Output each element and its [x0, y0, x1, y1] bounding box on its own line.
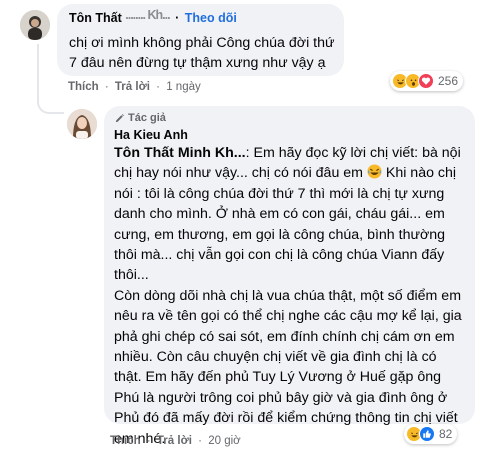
comment-author[interactable]: Tôn Thất — [69, 11, 122, 25]
comment-timestamp[interactable]: 1 ngày — [166, 81, 201, 93]
like-button[interactable]: Thích — [110, 435, 141, 447]
avatar-image — [67, 109, 97, 139]
comment-bubble: Tác giả Ha Kieu Anh Tôn Thất Minh Kh...:… — [104, 106, 475, 447]
pen-icon — [115, 113, 124, 122]
reply-button[interactable]: Trả lời — [115, 81, 150, 93]
author-badge: Tác giả — [114, 112, 166, 124]
comment-author-redacted: ........ Kh... — [125, 8, 170, 22]
thread-line — [37, 44, 39, 84]
comment-text: chị ơi mình không phải Công chúa đời thứ… — [69, 35, 335, 72]
separator-dot: · — [175, 11, 180, 25]
comment-bubble: Tôn Thất ........ Kh... · Theo dõi chị ơ… — [57, 4, 344, 76]
reaction-count: 256 — [438, 74, 459, 88]
avatar[interactable] — [20, 10, 50, 40]
avatar-image — [20, 10, 50, 40]
love-icon — [418, 73, 434, 89]
comment-text-part: Khi nào chị nói : tôi là công chúa đời t… — [114, 165, 457, 284]
reaction-count: 82 — [439, 427, 453, 441]
reply-button[interactable]: Trả lời — [157, 435, 192, 447]
like-icon — [419, 426, 435, 442]
like-button[interactable]: Thích — [68, 81, 99, 93]
avatar[interactable] — [67, 109, 97, 139]
follow-button[interactable]: Theo dõi — [185, 11, 237, 25]
reaction-summary[interactable]: 256 — [390, 71, 464, 91]
mentioned-user[interactable]: Tôn Thất Minh Kh... — [114, 145, 246, 161]
laughing-emoji-icon — [367, 164, 382, 179]
reaction-summary[interactable]: 82 — [404, 424, 458, 444]
comment-author[interactable]: Ha Kieu Anh — [114, 128, 188, 142]
comment-actions: Thích · Trả lời · 1 ngày — [68, 81, 201, 93]
thread-connector — [37, 84, 64, 114]
comment-text: Tôn Thất Minh Kh...: Em hãy đọc kỹ lời c… — [114, 143, 466, 449]
author-badge-label: Tác giả — [128, 112, 166, 124]
comment-timestamp[interactable]: 20 giờ — [208, 435, 240, 447]
comment-actions: Thích · Trả lời · 20 giờ — [110, 435, 241, 447]
